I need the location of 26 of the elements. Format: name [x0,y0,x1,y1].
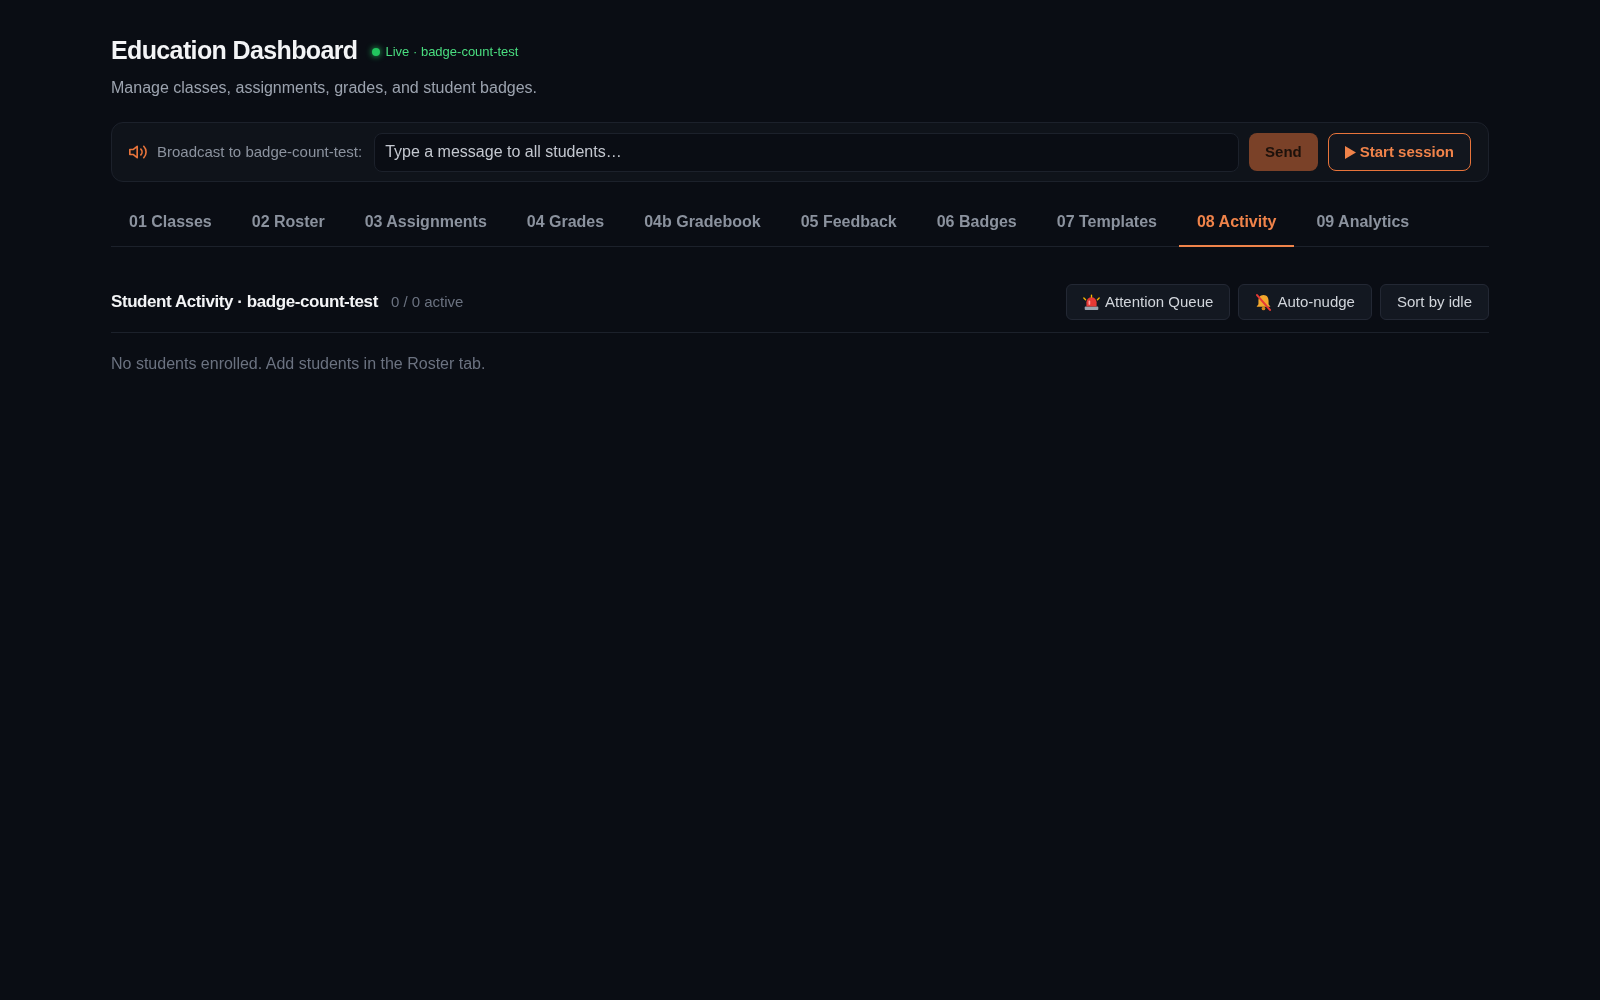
broadcast-label: Broadcast to badge-count-test: [157,141,363,162]
message-input[interactable]: Type a message to all students… [374,132,1240,172]
tab[interactable]: 03 Assignments [346,199,505,247]
tab[interactable]: 07 Templates [1038,199,1175,247]
play-icon [1344,145,1356,159]
page-title: Education Dashboard [111,35,358,66]
page-subtitle: Manage classes, assignments, grades, and student badges. [111,78,539,98]
sort-button[interactable]: Sort by idle [1379,284,1489,320]
section-title: Student Activity · badge-count-test [111,291,378,314]
tab[interactable]: 01 Classes [111,199,230,247]
auto-nudge-button[interactable]: Auto-nudge [1238,284,1372,320]
muted-bell-icon [1255,293,1273,311]
tab[interactable]: 09 Analytics [1298,199,1428,247]
tab[interactable]: 06 Badges [918,199,1035,247]
tab[interactable]: 08 Activity [1178,199,1295,247]
tab[interactable]: 02 Roster [233,199,343,247]
tab[interactable]: 04 Grades [508,199,623,247]
speaker-icon [129,144,147,160]
active-count: 0 / 0 active [390,292,464,313]
tab[interactable]: 04b Gradebook [626,199,779,247]
attention-queue-button[interactable]: Attention Queue [1065,284,1231,320]
live-status: Live · badge-count-test [385,43,519,62]
siren-icon [1082,293,1100,311]
start-session-button[interactable]: Start session [1327,133,1471,171]
empty-message: No students enrolled. Add students in the Roster tab. [111,354,487,374]
tab[interactable]: 05 Feedback [782,199,915,247]
